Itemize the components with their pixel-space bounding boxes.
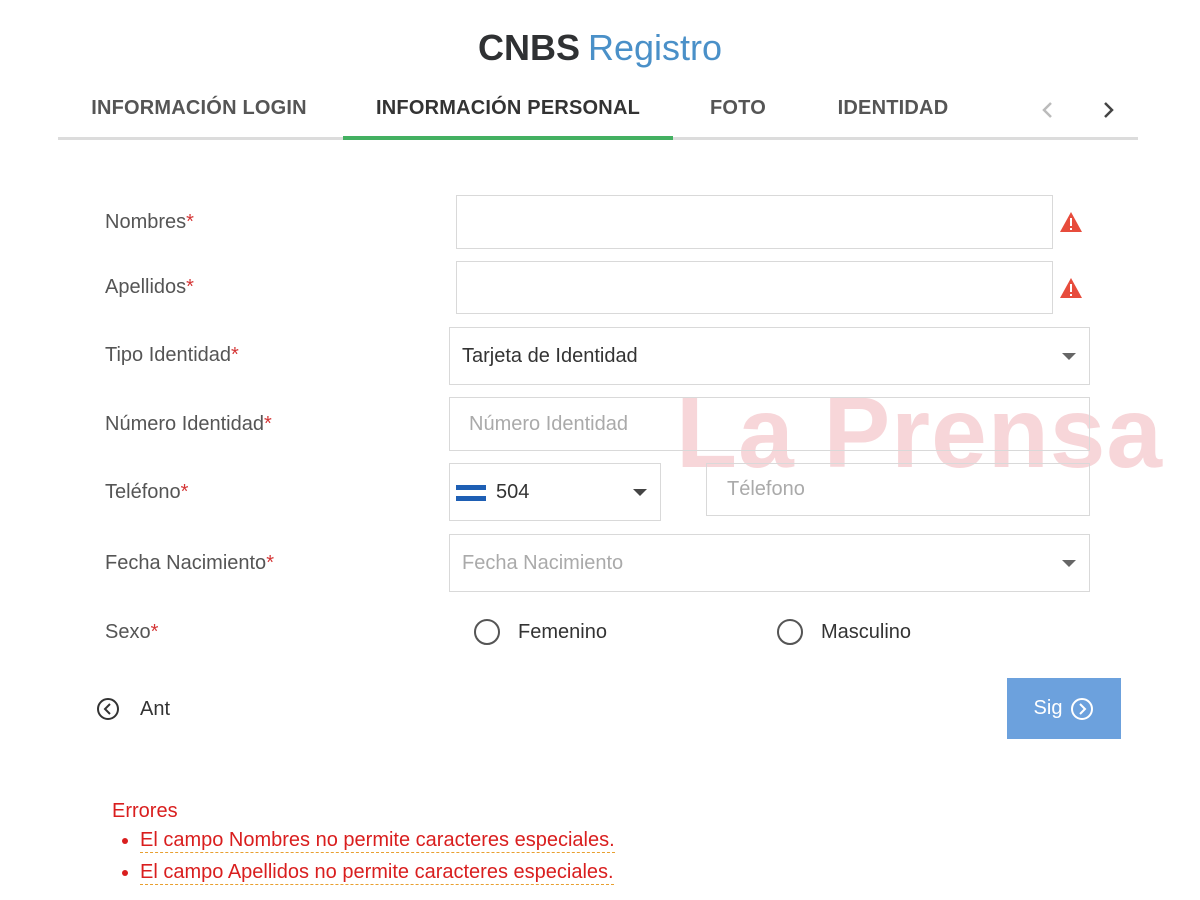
apellidos-label: Apellidos* xyxy=(105,273,194,301)
honduras-flag-icon xyxy=(456,485,486,501)
chevron-left-icon xyxy=(1042,102,1052,118)
tab-identidad[interactable]: IDENTIDAD xyxy=(818,86,968,137)
page-title: CNBS Registro xyxy=(0,26,1200,70)
circle-chevron-right-icon xyxy=(1071,697,1094,720)
required-mark: * xyxy=(266,552,274,574)
tab-informacion-login[interactable]: INFORMACIÓN LOGIN xyxy=(58,86,340,137)
radio-femenino-label: Femenino xyxy=(518,620,607,643)
next-button[interactable]: Sig xyxy=(1007,678,1121,739)
radio-masculino[interactable]: Masculino xyxy=(777,619,911,645)
sexo-label-text: Sexo xyxy=(105,621,151,643)
warning-icon xyxy=(1060,212,1082,232)
error-list: El campo Nombres no permite caracteres e… xyxy=(112,829,615,885)
radio-femenino[interactable]: Femenino xyxy=(474,619,607,645)
tab-informacion-personal[interactable]: INFORMACIÓN PERSONAL xyxy=(343,86,673,140)
caret-down-icon xyxy=(1062,560,1076,567)
error-summary: Errores El campo Nombres no permite cara… xyxy=(112,800,615,893)
telefono-placeholder: Télefono xyxy=(727,478,805,500)
caret-down-icon xyxy=(633,489,647,496)
required-mark: * xyxy=(186,211,194,233)
telefono-label: Teléfono* xyxy=(105,478,188,506)
nombres-input[interactable] xyxy=(456,195,1053,249)
page-subtitle: Registro xyxy=(587,27,723,68)
next-button-label: Sig xyxy=(1033,697,1063,719)
telefono-label-text: Teléfono xyxy=(105,481,181,503)
country-code-value: 504 xyxy=(496,480,530,503)
nombres-label: Nombres* xyxy=(105,208,194,236)
numero-identidad-label: Número Identidad* xyxy=(105,410,272,438)
wizard-tabs: INFORMACIÓN LOGIN INFORMACIÓN PERSONAL F… xyxy=(58,86,1138,140)
sexo-label: Sexo* xyxy=(105,618,158,646)
circle-chevron-left-icon xyxy=(97,698,119,720)
prev-button[interactable]: Ant xyxy=(96,694,170,724)
error-item: El campo Apellidos no permite caracteres… xyxy=(112,861,615,885)
brand-title: CNBS xyxy=(477,27,580,68)
telefono-input[interactable]: Télefono xyxy=(706,463,1090,516)
country-code-select[interactable]: 504 xyxy=(449,463,661,521)
tipo-identidad-select[interactable]: Tarjeta de Identidad xyxy=(449,327,1090,385)
nombres-label-text: Nombres xyxy=(105,211,187,233)
fecha-nacimiento-select[interactable]: Fecha Nacimiento xyxy=(449,534,1090,592)
errors-title: Errores xyxy=(112,800,178,822)
error-item-text: El campo Nombres no permite caracteres e… xyxy=(140,829,615,853)
fecha-nacimiento-placeholder: Fecha Nacimiento xyxy=(462,551,624,574)
required-mark: * xyxy=(231,344,239,366)
caret-down-icon xyxy=(1062,353,1076,360)
warning-icon xyxy=(1060,278,1082,298)
required-mark: * xyxy=(186,276,194,298)
apellidos-input[interactable] xyxy=(456,261,1053,314)
bullet-icon xyxy=(122,870,128,876)
tipo-identidad-label: Tipo Identidad* xyxy=(105,341,239,369)
numero-identidad-label-text: Número Identidad xyxy=(105,413,264,435)
chevron-right-icon xyxy=(1104,102,1114,118)
apellidos-label-text: Apellidos xyxy=(105,276,187,298)
radio-masculino-label: Masculino xyxy=(821,620,912,643)
numero-identidad-input[interactable]: Número Identidad xyxy=(449,397,1090,451)
fecha-nacimiento-label: Fecha Nacimiento* xyxy=(105,549,274,577)
tipo-identidad-value: Tarjeta de Identidad xyxy=(462,344,638,367)
tab-scroll-right-button[interactable] xyxy=(1094,86,1124,134)
required-mark: * xyxy=(180,481,189,503)
error-item-text: El campo Apellidos no permite caracteres… xyxy=(140,861,614,885)
radio-circle[interactable] xyxy=(474,619,500,645)
error-item: El campo Nombres no permite caracteres e… xyxy=(112,829,615,853)
tab-scroll-left-button[interactable] xyxy=(1034,86,1064,134)
fecha-nacimiento-label-text: Fecha Nacimiento xyxy=(105,552,267,574)
required-mark: * xyxy=(150,621,159,643)
radio-circle[interactable] xyxy=(777,619,803,645)
tab-foto[interactable]: FOTO xyxy=(688,86,788,137)
required-mark: * xyxy=(263,413,272,435)
bullet-icon xyxy=(122,838,128,844)
prev-button-label: Ant xyxy=(140,697,171,720)
numero-identidad-placeholder: Número Identidad xyxy=(469,412,628,435)
tipo-identidad-label-text: Tipo Identidad xyxy=(105,344,232,366)
